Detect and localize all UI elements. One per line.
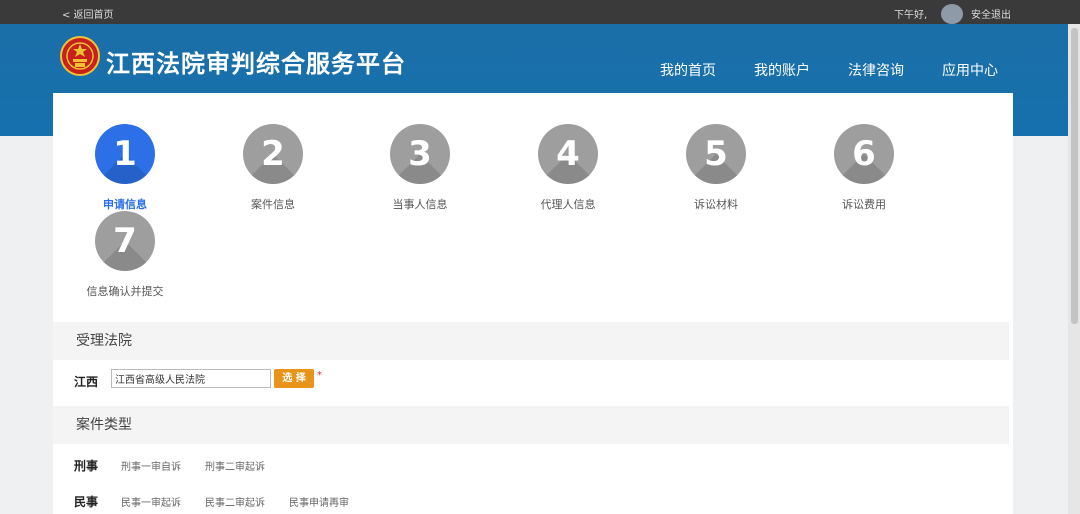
scrollbar-thumb[interactable]: [1071, 28, 1078, 324]
top-bar: < 返回首页 下午好, 安全退出: [0, 0, 1080, 24]
step-number-circle: 7: [95, 211, 155, 271]
step-7[interactable]: 7 信息确认并提交: [50, 211, 200, 299]
back-home-link[interactable]: < 返回首页: [62, 6, 114, 21]
court-emblem-icon: [60, 36, 100, 76]
step-label: 诉讼费用: [842, 198, 886, 211]
step-2[interactable]: 2 案件信息: [198, 124, 348, 212]
site-title: 江西法院审判综合服务平台: [106, 50, 406, 78]
step-label: 案件信息: [251, 198, 295, 211]
step-6[interactable]: 6 诉讼费用: [789, 124, 939, 212]
avatar[interactable]: [941, 4, 963, 24]
step-number-circle: 6: [834, 124, 894, 184]
step-label: 申请信息: [103, 198, 147, 211]
required-mark: *: [317, 370, 322, 381]
step-5[interactable]: 5 诉讼材料: [641, 124, 791, 212]
step-number-circle: 5: [686, 124, 746, 184]
case-option-civil-first[interactable]: 民事一审起诉: [121, 494, 181, 509]
case-option-civil-retrial[interactable]: 民事申请再审: [289, 494, 349, 509]
step-label: 代理人信息: [540, 198, 596, 211]
case-option-civil-second[interactable]: 民事二审起诉: [205, 494, 265, 509]
nav-app-center[interactable]: 应用中心: [942, 60, 998, 80]
nav-legal-consult[interactable]: 法律咨询: [848, 60, 904, 80]
step-number-circle: 2: [243, 124, 303, 184]
step-number-circle: 4: [538, 124, 598, 184]
greeting-text: 下午好,: [894, 10, 928, 21]
court-section-title: 受理法院: [53, 322, 1009, 360]
case-type-section-title: 案件类型: [53, 406, 1009, 444]
nav-my-account[interactable]: 我的账户: [754, 60, 810, 80]
step-3[interactable]: 3 当事人信息: [345, 124, 495, 212]
nav-my-home[interactable]: 我的首页: [660, 60, 716, 80]
step-label: 当事人信息: [392, 198, 448, 211]
case-option-criminal-first-private[interactable]: 刑事一审自诉: [121, 458, 181, 473]
select-court-button[interactable]: 选 择: [274, 369, 314, 388]
step-label: 信息确认并提交: [86, 285, 164, 298]
case-option-criminal-second[interactable]: 刑事二审起诉: [205, 458, 265, 473]
court-input[interactable]: [111, 369, 271, 388]
logout-link[interactable]: 安全退出: [971, 6, 1011, 21]
step-label: 诉讼材料: [694, 198, 738, 211]
step-number-circle: 3: [390, 124, 450, 184]
step-4[interactable]: 4 代理人信息: [493, 124, 643, 212]
page-scrollbar[interactable]: [1068, 24, 1080, 514]
step-1[interactable]: 1 申请信息: [50, 124, 200, 212]
step-number-circle: 1: [95, 124, 155, 184]
province-label: 江西: [74, 375, 99, 389]
criminal-label: 刑事: [74, 459, 99, 473]
civil-label: 民事: [74, 495, 99, 509]
